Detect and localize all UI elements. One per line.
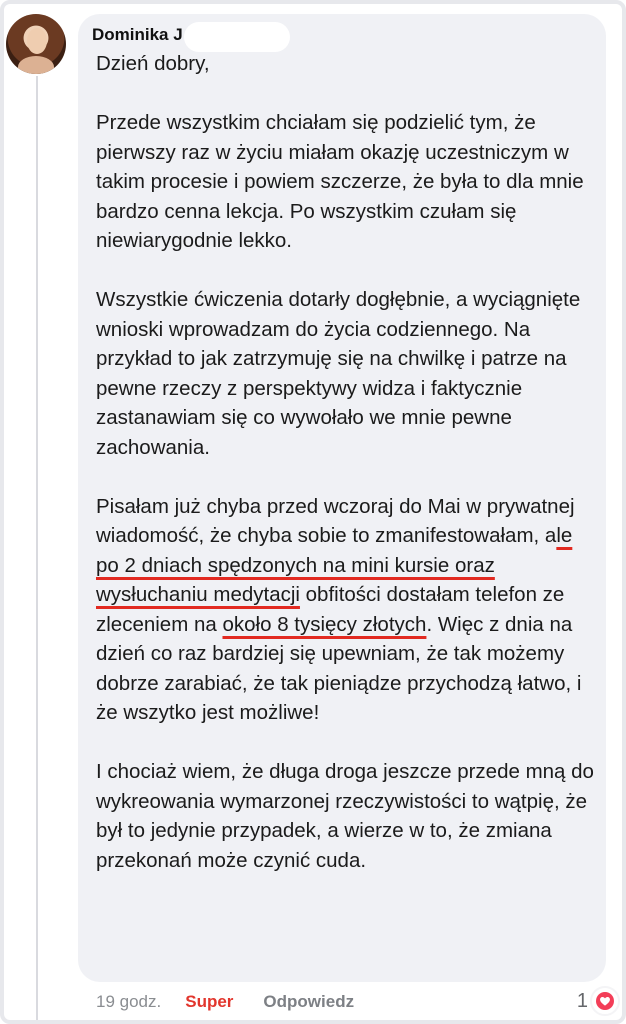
paragraph-text: Pisałam już chyba przed wczoraj do Mai w… bbox=[96, 494, 575, 548]
comment-paragraph: Wszystkie ćwiczenia dotarły dogłębnie, a… bbox=[96, 285, 600, 462]
reaction-count: 1 bbox=[576, 989, 588, 1012]
comment-timestamp[interactable]: 19 godz. bbox=[96, 992, 161, 1012]
reaction-summary[interactable]: 1 bbox=[577, 986, 620, 1016]
paragraph-text: Przede wszystkim chciałam się podzielić … bbox=[96, 111, 584, 252]
avatar-shoulders bbox=[18, 56, 54, 74]
avatar[interactable] bbox=[6, 14, 66, 74]
comment-actions: 19 godz. Super Odpowiedz bbox=[96, 990, 354, 1014]
paragraph-text: Wszystkie ćwiczenia dotarły dogłębnie, a… bbox=[96, 288, 581, 459]
comment-paragraph: Dzień dobry, bbox=[96, 49, 600, 79]
author-name[interactable]: Dominika J bbox=[92, 24, 183, 46]
avatar-face bbox=[27, 28, 47, 54]
comment-text: Dzień dobry, Przede wszystkim chciałam si… bbox=[96, 49, 600, 875]
paragraph-text: Dzień dobry, bbox=[96, 52, 210, 75]
comment-paragraph: Pisałam już chyba przed wczoraj do Mai w… bbox=[96, 492, 600, 728]
paragraph-text: I chociaż wiem, że długa droga jeszcze p… bbox=[96, 760, 594, 872]
comment-paragraph: I chociaż wiem, że długa droga jeszcze p… bbox=[96, 757, 600, 875]
highlighted-text: około 8 tysięcy złotych bbox=[222, 612, 427, 636]
reaction-button[interactable]: Super bbox=[185, 992, 233, 1012]
thread-line bbox=[36, 76, 38, 1020]
comment-paragraph: Przede wszystkim chciałam się podzielić … bbox=[96, 108, 600, 256]
heart-icon bbox=[590, 986, 620, 1016]
name-redaction bbox=[184, 22, 290, 52]
reply-button[interactable]: Odpowiedz bbox=[263, 992, 354, 1012]
